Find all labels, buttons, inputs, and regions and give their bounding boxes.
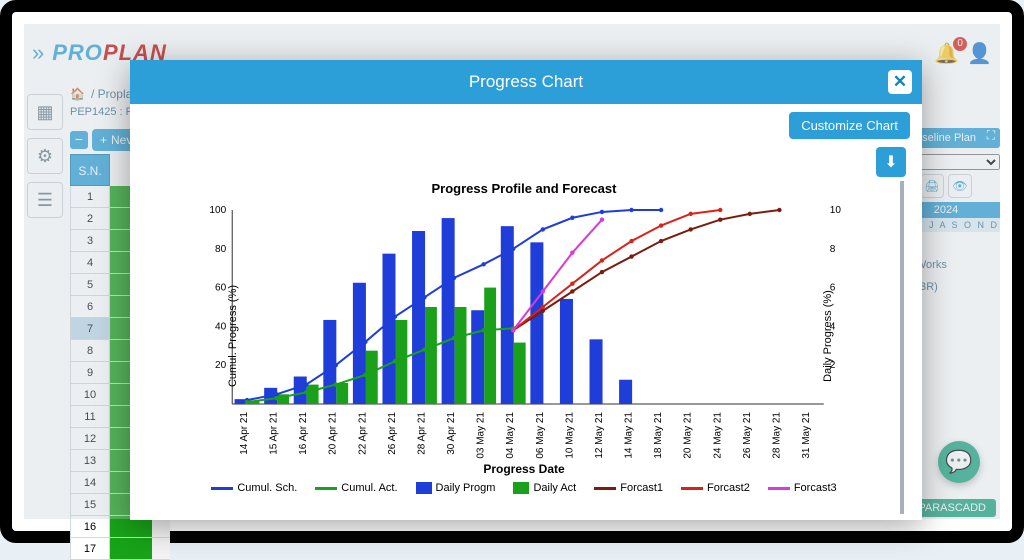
- app-frame: » PROPLAN 🔔0 👤 ▦ ⚙ ☰ 🏠 / Proplan PEP1425…: [0, 0, 1024, 543]
- svg-text:06 May 21: 06 May 21: [535, 412, 546, 459]
- svg-text:28 May 21: 28 May 21: [771, 412, 782, 459]
- legend-item: Cumul. Sch.: [211, 482, 297, 494]
- svg-text:40: 40: [215, 321, 227, 332]
- svg-text:24 May 21: 24 May 21: [712, 412, 723, 459]
- download-icon[interactable]: ⬇: [876, 147, 906, 177]
- close-icon[interactable]: ✕: [888, 70, 912, 94]
- svg-text:14 Apr 21: 14 Apr 21: [239, 412, 250, 455]
- modal-toolbar: Customize Chart: [130, 104, 922, 147]
- modal-title: Progress Chart: [469, 72, 583, 92]
- progress-chart: Progress Profile and Forecast Cumul. Pro…: [148, 181, 900, 514]
- svg-text:31 May 21: 31 May 21: [801, 412, 812, 459]
- table-row[interactable]: 17: [70, 538, 110, 560]
- legend-item: Forcast1: [594, 482, 663, 494]
- svg-text:26 Apr 21: 26 Apr 21: [387, 412, 398, 455]
- svg-text:14 May 21: 14 May 21: [623, 412, 634, 459]
- legend-item: Daily Act: [513, 482, 576, 494]
- svg-text:28 Apr 21: 28 Apr 21: [416, 412, 427, 455]
- legend-item: Forcast3: [768, 482, 837, 494]
- legend-item: Daily Progm: [416, 482, 496, 494]
- svg-text:80: 80: [215, 244, 227, 255]
- svg-text:18 May 21: 18 May 21: [653, 412, 664, 459]
- legend-item: Cumul. Act.: [315, 482, 397, 494]
- table-row[interactable]: 16: [70, 516, 110, 538]
- svg-text:15 Apr 21: 15 Apr 21: [269, 412, 280, 455]
- y-axis-right-label: Daily Progress (%): [822, 290, 834, 382]
- svg-text:8: 8: [830, 244, 836, 255]
- svg-text:60: 60: [215, 283, 227, 294]
- svg-text:10 May 21: 10 May 21: [564, 412, 575, 459]
- svg-text:20 Apr 21: 20 Apr 21: [328, 412, 339, 455]
- svg-text:10: 10: [830, 205, 842, 216]
- chart-legend: Cumul. Sch. Cumul. Act. Daily Progm Daily A…: [148, 476, 900, 494]
- svg-text:100: 100: [209, 205, 226, 216]
- chart-svg: 2040608010024681014 Apr 2115 Apr 2116 Ap…: [196, 200, 860, 460]
- svg-text:26 May 21: 26 May 21: [742, 412, 753, 459]
- svg-text:12 May 21: 12 May 21: [594, 412, 605, 459]
- svg-text:16 Apr 21: 16 Apr 21: [298, 412, 309, 455]
- svg-text:04 May 21: 04 May 21: [505, 412, 516, 459]
- y-axis-left-label: Cumul. Progress (%): [227, 285, 239, 387]
- modal-header: Progress Chart ✕: [130, 60, 922, 104]
- x-axis-label: Progress Date: [148, 462, 900, 476]
- svg-text:20: 20: [215, 360, 227, 371]
- svg-text:22 Apr 21: 22 Apr 21: [357, 412, 368, 455]
- svg-text:03 May 21: 03 May 21: [476, 412, 487, 459]
- gantt-row[interactable]: [110, 538, 170, 560]
- customize-chart-button[interactable]: Customize Chart: [789, 112, 910, 139]
- chart-title: Progress Profile and Forecast: [148, 181, 900, 196]
- progress-chart-modal: Progress Chart ✕ Customize Chart ⬇ Progr…: [130, 60, 922, 520]
- svg-text:30 Apr 21: 30 Apr 21: [446, 412, 457, 455]
- chart-container: Progress Profile and Forecast Cumul. Pro…: [148, 181, 904, 514]
- legend-item: Forcast2: [681, 482, 750, 494]
- svg-text:20 May 21: 20 May 21: [683, 412, 694, 459]
